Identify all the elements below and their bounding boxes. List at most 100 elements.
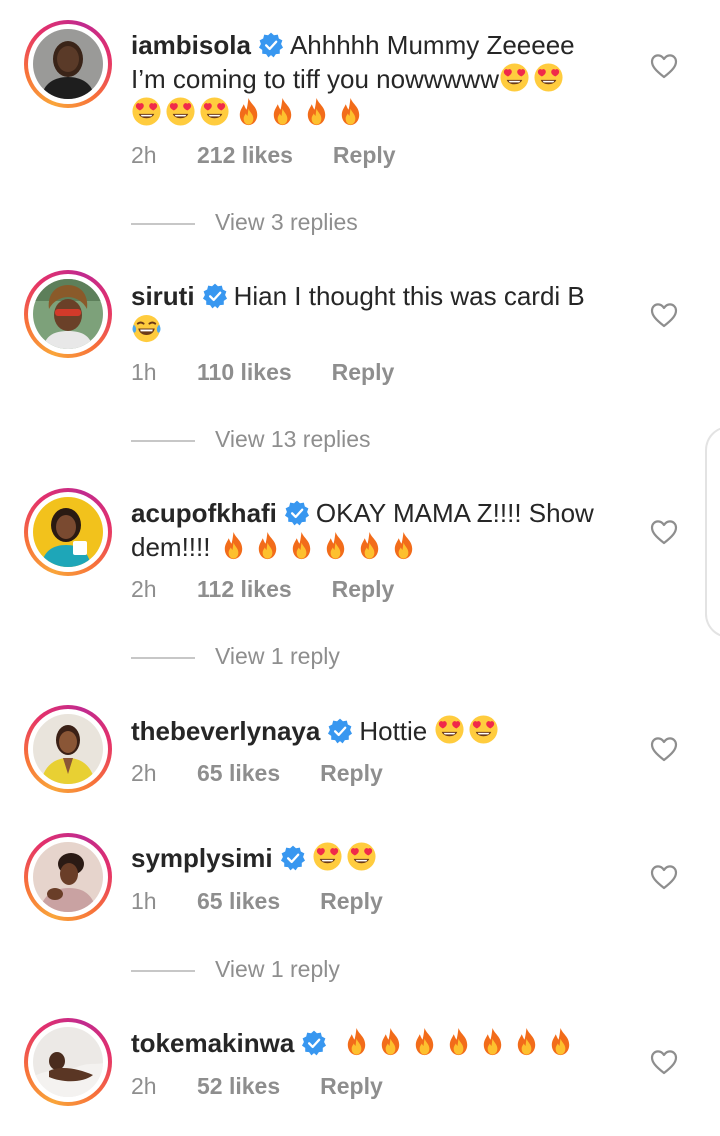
comment-body: acupofkhafi OKAY MAMA Z!!!! Show dem!!!! bbox=[131, 497, 631, 564]
comment-timestamp: 2h bbox=[131, 1073, 157, 1099]
comment-likes-count[interactable]: 65 likes bbox=[197, 888, 280, 915]
reply-button[interactable]: Reply bbox=[320, 760, 383, 787]
heart-outline-icon[interactable] bbox=[650, 864, 678, 890]
divider-line bbox=[131, 222, 195, 225]
comment-meta: 2h 112 likes Reply bbox=[131, 576, 394, 603]
avatar-photo-tokemakinwa bbox=[33, 1027, 103, 1097]
avatar[interactable] bbox=[24, 270, 112, 358]
fire-emoji-icon bbox=[375, 1026, 406, 1057]
comment-likes-count[interactable]: 110 likes bbox=[197, 359, 292, 386]
comment-likes-count[interactable]: 65 likes bbox=[197, 760, 280, 787]
view-replies-label: View 1 reply bbox=[215, 956, 340, 982]
comment-body: iambisola Ahhhhh Mummy Zeeeee I’m coming … bbox=[131, 29, 631, 130]
avatar[interactable] bbox=[24, 705, 112, 793]
avatar-photo-siruti bbox=[33, 279, 103, 349]
comment-timestamp: 1h bbox=[131, 888, 157, 914]
heart-eyes-emoji-icon bbox=[346, 841, 377, 872]
heart-eyes-emoji-icon bbox=[312, 841, 343, 872]
comment-timestamp: 2h bbox=[131, 576, 157, 602]
heart-eyes-emoji-icon bbox=[165, 96, 196, 127]
fire-emoji-icon bbox=[233, 96, 264, 127]
comment-timestamp: 2h bbox=[131, 142, 157, 168]
comment-body: symplysimi bbox=[131, 841, 631, 875]
comment-body: tokemakinwa bbox=[131, 1026, 631, 1060]
comment-username[interactable]: acupofkhafi bbox=[131, 498, 277, 528]
fire-emoji-icon bbox=[320, 530, 351, 561]
fire-emoji-icon bbox=[267, 96, 298, 127]
comment-meta: 2h 52 likes Reply bbox=[131, 1073, 383, 1100]
comment-text: OKAY MAMA Z!!!! Show bbox=[315, 498, 594, 528]
avatar[interactable] bbox=[24, 488, 112, 576]
fire-emoji-icon bbox=[218, 530, 249, 561]
verified-badge-icon bbox=[202, 283, 228, 309]
comment-timestamp: 1h bbox=[131, 359, 157, 385]
comment-likes-count[interactable]: 112 likes bbox=[197, 576, 292, 603]
view-replies-button[interactable]: View 1 reply bbox=[131, 643, 340, 673]
heart-outline-icon[interactable] bbox=[650, 302, 678, 328]
fire-emoji-icon bbox=[354, 530, 385, 561]
avatar[interactable] bbox=[24, 1018, 112, 1106]
view-replies-button[interactable]: View 13 replies bbox=[131, 426, 371, 456]
avatar-photo-acupofkhafi bbox=[33, 497, 103, 567]
fire-emoji-icon bbox=[341, 1026, 372, 1057]
view-replies-label: View 1 reply bbox=[215, 643, 340, 669]
comment-meta: 2h 212 likes Reply bbox=[131, 142, 396, 169]
reply-button[interactable]: Reply bbox=[332, 576, 395, 603]
fire-emoji-icon bbox=[335, 96, 366, 127]
comment-likes-count[interactable]: 52 likes bbox=[197, 1073, 280, 1100]
reply-button[interactable]: Reply bbox=[333, 142, 396, 169]
comment-text: Hottie bbox=[359, 716, 428, 746]
comment-body: siruti Hian I thought this was cardi B bbox=[131, 280, 631, 347]
verified-badge-icon bbox=[284, 500, 310, 526]
heart-outline-icon[interactable] bbox=[650, 1049, 678, 1075]
fire-emoji-icon bbox=[511, 1026, 542, 1057]
comment-username[interactable]: iambisola bbox=[131, 30, 251, 60]
fire-emoji-icon bbox=[252, 530, 283, 561]
fire-emoji-icon bbox=[388, 530, 419, 561]
reply-button[interactable]: Reply bbox=[320, 888, 383, 915]
comment-username[interactable]: siruti bbox=[131, 281, 195, 311]
verified-badge-icon bbox=[327, 718, 353, 744]
fire-emoji-icon bbox=[301, 96, 332, 127]
comment-text: dem!!!! bbox=[131, 532, 211, 562]
heart-outline-icon[interactable] bbox=[650, 53, 678, 79]
comment-meta: 1h 110 likes Reply bbox=[131, 359, 394, 386]
comment-likes-count[interactable]: 212 likes bbox=[197, 142, 293, 169]
comment-username[interactable]: tokemakinwa bbox=[131, 1028, 294, 1058]
comment-text: Hian I thought this was cardi B bbox=[233, 281, 585, 311]
fire-emoji-icon bbox=[443, 1026, 474, 1057]
view-replies-button[interactable]: View 1 reply bbox=[131, 956, 340, 986]
reply-button[interactable]: Reply bbox=[320, 1073, 383, 1100]
reply-button[interactable]: Reply bbox=[332, 359, 395, 386]
fire-emoji-icon bbox=[477, 1026, 508, 1057]
avatar[interactable] bbox=[24, 833, 112, 921]
avatar-photo-iambisola bbox=[33, 29, 103, 99]
comment-timestamp: 2h bbox=[131, 760, 157, 786]
heart-outline-icon[interactable] bbox=[650, 519, 678, 545]
heart-eyes-emoji-icon bbox=[468, 714, 499, 745]
heart-eyes-emoji-icon bbox=[533, 62, 564, 93]
comment-body: thebeverlynaya Hottie bbox=[131, 714, 631, 748]
divider-line bbox=[131, 656, 195, 659]
heart-eyes-emoji-icon bbox=[199, 96, 230, 127]
fire-emoji-icon bbox=[545, 1026, 576, 1057]
avatar[interactable] bbox=[24, 20, 112, 108]
verified-badge-icon bbox=[258, 32, 284, 58]
view-replies-button[interactable]: View 3 replies bbox=[131, 209, 358, 239]
view-replies-label: View 3 replies bbox=[215, 209, 358, 235]
tears-of-joy-emoji-icon bbox=[131, 313, 162, 344]
avatar-photo-thebeverlynaya bbox=[33, 714, 103, 784]
view-replies-label: View 13 replies bbox=[215, 426, 371, 452]
avatar-photo-symplysimi bbox=[33, 842, 103, 912]
heart-outline-icon[interactable] bbox=[650, 736, 678, 762]
heart-eyes-emoji-icon bbox=[499, 62, 530, 93]
verified-badge-icon bbox=[301, 1030, 327, 1056]
fire-emoji-icon bbox=[409, 1026, 440, 1057]
edge-scroll-handle[interactable] bbox=[705, 426, 720, 638]
comment-text: I’m coming to tiff you nowwwww bbox=[131, 64, 499, 94]
fire-emoji-icon bbox=[286, 530, 317, 561]
heart-eyes-emoji-icon bbox=[434, 714, 465, 745]
comment-username[interactable]: thebeverlynaya bbox=[131, 716, 320, 746]
verified-badge-icon bbox=[280, 845, 306, 871]
comment-username[interactable]: symplysimi bbox=[131, 843, 273, 873]
